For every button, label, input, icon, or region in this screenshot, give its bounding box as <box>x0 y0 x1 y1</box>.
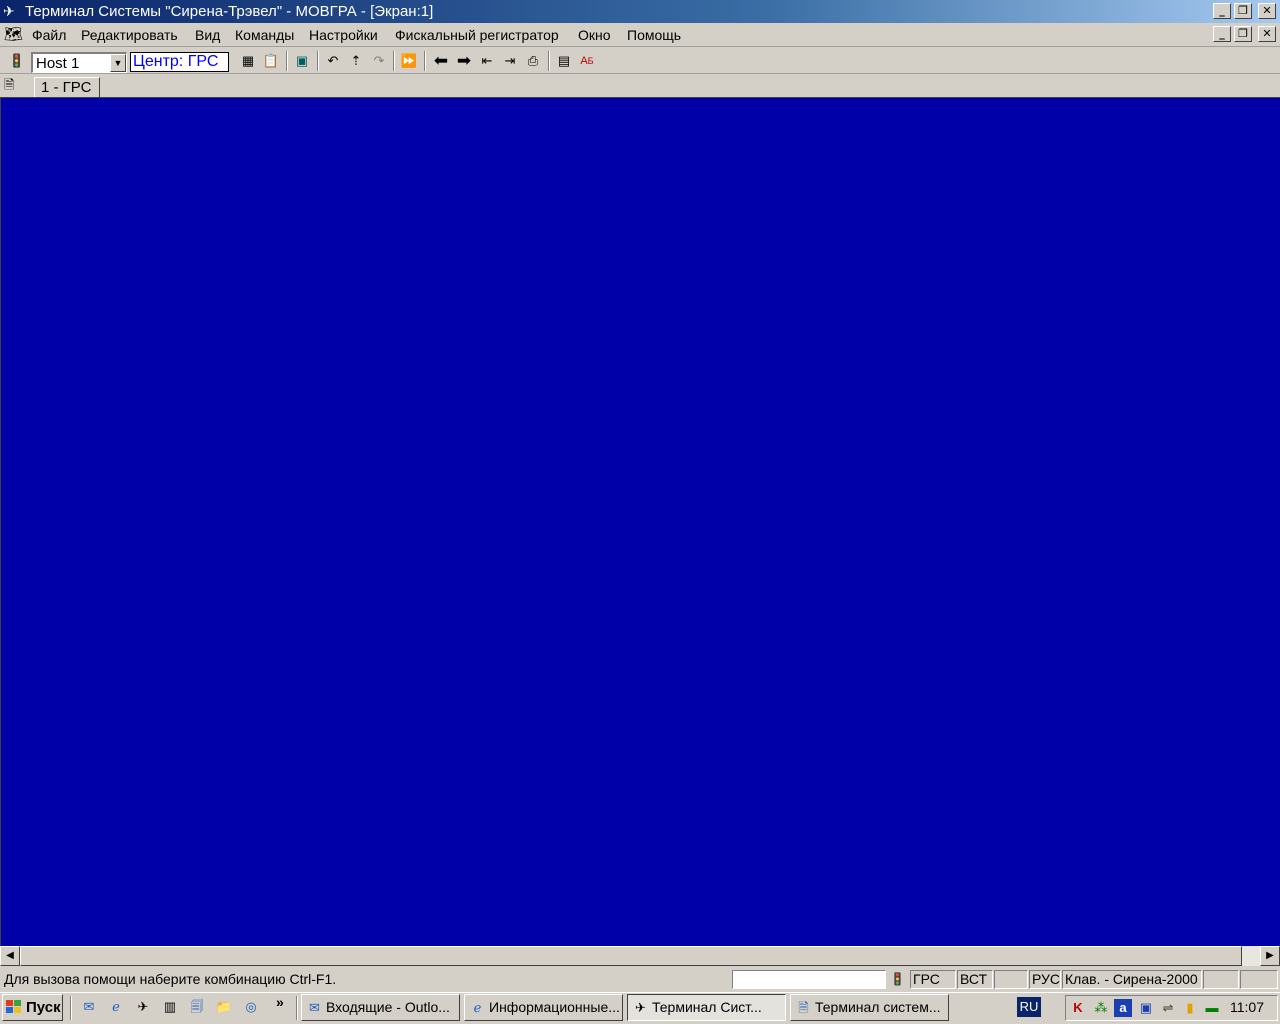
outlook-icon[interactable]: ✉ <box>80 998 98 1016</box>
status-empty-1 <box>994 970 1028 989</box>
connect-icon[interactable]: ▦ <box>239 52 257 70</box>
browser-icon[interactable]: ◎ <box>242 998 260 1016</box>
connection-icon[interactable]: ⇌ <box>1159 999 1177 1017</box>
outlook-icon: ✉ <box>309 1000 320 1015</box>
taskbar-button-outlook[interactable]: ✉ Входящие - Outlo... <box>301 994 460 1021</box>
document-system-menu-icon[interactable]: 🗺 <box>4 25 26 45</box>
status-mode: ВСТ <box>957 970 993 989</box>
status-empty-2 <box>1203 970 1239 989</box>
taskbar-separator <box>296 996 298 1020</box>
menu-window[interactable]: Окно <box>578 26 611 44</box>
folder-icon[interactable]: 📁 <box>215 998 233 1016</box>
printer-icon[interactable]: ⎙ <box>524 52 542 70</box>
scrollbar-thumb[interactable] <box>20 946 1242 966</box>
taskbar-separator <box>70 996 72 1020</box>
doc-minimize-button[interactable]: _ <box>1213 26 1231 42</box>
toolbar-separator <box>548 51 550 71</box>
internet-explorer-icon[interactable]: ℯ <box>107 998 125 1016</box>
terminal-screen[interactable] <box>0 97 1280 946</box>
airplane-icon[interactable]: ✈ <box>134 998 152 1016</box>
window-icon[interactable]: ▤ <box>555 52 573 70</box>
status-bar: Для вызова помощи наберите комбинацию Ct… <box>0 968 1280 990</box>
status-input[interactable] <box>732 970 886 989</box>
toolbar-separator <box>286 51 288 71</box>
internet-explorer-icon: ℯ <box>473 1000 482 1015</box>
scroll-right-icon[interactable]: ▶ <box>1260 946 1280 966</box>
undo-icon[interactable]: ↶ <box>324 52 342 70</box>
window-title-bar[interactable]: ✈ Терминал Системы "Сирена-Трэвел" - МОВ… <box>0 0 1280 23</box>
traffic-light-icon: 🚦 <box>890 972 905 986</box>
upload-icon[interactable]: ⇡ <box>347 52 365 70</box>
status-help-text: Для вызова помощи наберите комбинацию Ct… <box>4 971 337 987</box>
menu-edit[interactable]: Редактировать <box>81 26 178 44</box>
menu-bar: 🗺 Файл Редактировать Вид Команды Настрой… <box>0 23 1280 47</box>
fast-forward-icon[interactable]: ⏩ <box>400 52 418 70</box>
arrow-left-icon[interactable]: ⬅ <box>432 52 450 70</box>
page-back-icon[interactable]: ⇤ <box>478 52 496 70</box>
start-label: Пуск <box>26 999 61 1016</box>
menu-help[interactable]: Помощь <box>627 26 681 44</box>
start-button[interactable]: Пуск <box>2 994 63 1021</box>
tab-strip: 🗎 <box>0 75 1280 97</box>
menu-file[interactable]: Файл <box>32 26 66 44</box>
redo-icon[interactable]: ↷ <box>370 52 388 70</box>
airplane-icon: ✈ <box>3 3 15 19</box>
server-icon[interactable]: ▥ <box>161 998 179 1016</box>
tab-screen-1[interactable]: 1 - ГРС <box>34 77 100 97</box>
menu-view[interactable]: Вид <box>195 26 220 44</box>
network-icon[interactable]: ⁂ <box>1092 999 1110 1017</box>
menu-commands[interactable]: Команды <box>235 26 294 44</box>
antivirus-icon[interactable]: K <box>1069 999 1087 1017</box>
clock[interactable]: 11:07 <box>1230 997 1264 1017</box>
status-keyboard: Клав. - Сирена-2000 <box>1062 970 1202 989</box>
taskbar-button-ie[interactable]: ℯ Информационные... <box>464 994 623 1021</box>
status-empty-3 <box>1240 970 1278 989</box>
screen-icon[interactable]: ▣ <box>293 52 311 70</box>
new-screen-icon[interactable]: 🗎 <box>4 77 20 93</box>
chevron-down-icon[interactable]: ▼ <box>110 54 126 72</box>
arrow-right-icon[interactable]: ➡ <box>455 52 473 70</box>
close-button[interactable]: ✕ <box>1258 3 1276 19</box>
monitor-icon[interactable]: ▣ <box>1137 999 1155 1017</box>
doc-close-button[interactable]: ✕ <box>1258 26 1276 42</box>
status-center: ГРС <box>910 970 956 989</box>
page-forward-icon[interactable]: ⇥ <box>501 52 519 70</box>
menu-settings[interactable]: Настройки <box>309 26 378 44</box>
minimize-button[interactable]: _ <box>1213 3 1231 19</box>
document-icon[interactable]: 🗐 <box>188 998 206 1016</box>
traffic-light-icon[interactable]: 🚦 <box>8 52 26 70</box>
toolbar-separator <box>393 51 395 71</box>
status-language: РУС <box>1029 970 1061 989</box>
menu-fiscal-registrar[interactable]: Фискальный регистратор <box>395 26 559 44</box>
restore-button[interactable]: ❐ <box>1234 3 1252 19</box>
airplane-icon: ✈ <box>635 1000 646 1015</box>
horizontal-scrollbar[interactable]: ◀ ▶ <box>0 946 1280 966</box>
scroll-left-icon[interactable]: ◀ <box>0 946 20 966</box>
center-indicator[interactable]: Центр: ГРС <box>130 52 229 72</box>
toolbar-separator <box>317 51 319 71</box>
windows-logo-icon <box>6 1000 22 1014</box>
quicklaunch-overflow[interactable]: » <box>276 994 284 1010</box>
host-select[interactable]: Host 1 ▼ <box>31 52 127 73</box>
taskbar-button-terminal-doc[interactable]: 🗎 Терминал систем... <box>790 994 949 1021</box>
notes-icon[interactable]: ▮ <box>1181 999 1199 1017</box>
spellcheck-icon[interactable]: AБ <box>578 52 596 70</box>
clipboard-icon[interactable]: 📋 <box>262 52 280 70</box>
document-icon: 🗎 <box>798 1000 809 1015</box>
agent-icon[interactable]: a <box>1114 999 1132 1017</box>
window-title: Терминал Системы "Сирена-Трэвел" - МОВГР… <box>25 3 434 20</box>
host-select-value: Host 1 <box>36 55 80 72</box>
toolbar-separator <box>424 51 426 71</box>
language-indicator[interactable]: RU <box>1017 997 1041 1017</box>
taskbar-button-terminal-active[interactable]: ✈ Терминал Сист... <box>627 994 786 1021</box>
battery-icon[interactable]: ▬ <box>1203 999 1221 1017</box>
doc-restore-button[interactable]: ❐ <box>1234 26 1252 42</box>
